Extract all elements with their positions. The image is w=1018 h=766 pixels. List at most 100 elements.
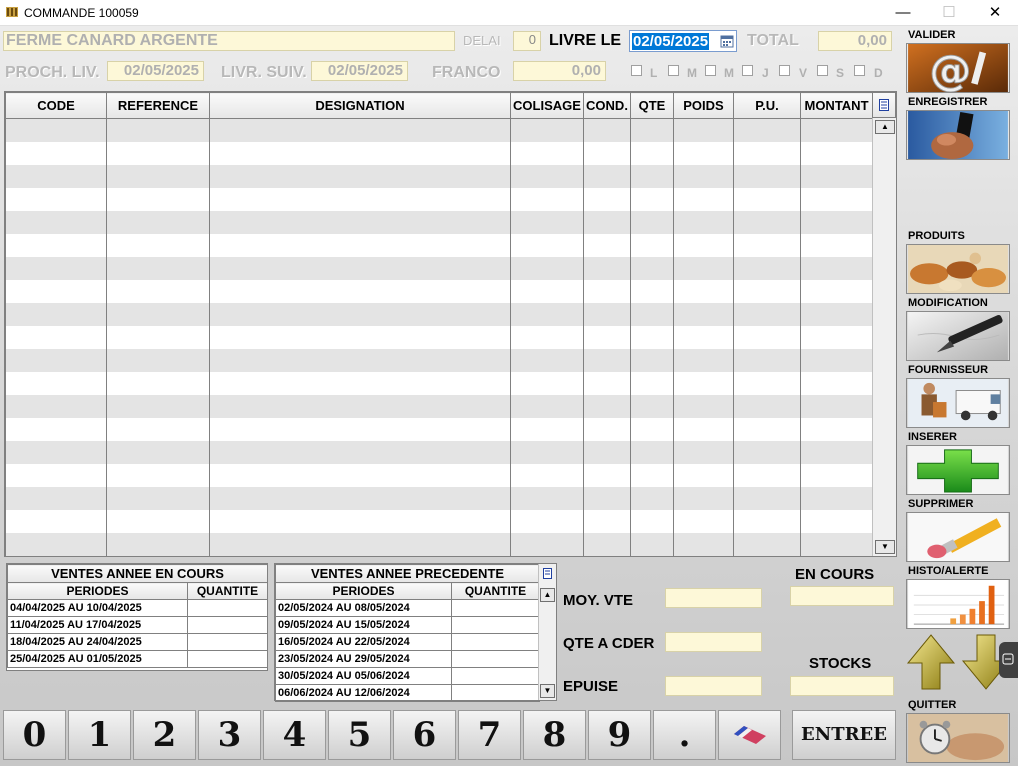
livr-suiv-field[interactable]: 02/05/2025 xyxy=(311,61,408,81)
table-cell[interactable] xyxy=(630,187,674,211)
table-cell[interactable] xyxy=(106,463,210,487)
key-0[interactable]: 0 xyxy=(3,710,66,760)
table-cell[interactable] xyxy=(209,417,511,441)
ventes-precedente-table[interactable]: VENTES ANNEE PRECEDENTE PERIODES QUANTIT… xyxy=(274,563,557,702)
day-checkbox-l[interactable] xyxy=(631,65,642,76)
table-cell[interactable] xyxy=(630,164,674,188)
col-cond[interactable]: COND. xyxy=(583,92,631,119)
table-cell[interactable] xyxy=(673,394,734,418)
table-cell[interactable] xyxy=(209,302,511,326)
table-cell[interactable] xyxy=(673,279,734,303)
table-cell[interactable] xyxy=(583,509,631,533)
table-cell[interactable] xyxy=(510,348,584,372)
key-3[interactable]: 3 xyxy=(198,710,261,760)
table-cell[interactable] xyxy=(733,417,801,441)
table-cell[interactable] xyxy=(630,348,674,372)
table-cell[interactable] xyxy=(209,509,511,533)
table-cell[interactable] xyxy=(106,256,210,280)
table-cell[interactable] xyxy=(5,187,107,211)
table-cell[interactable] xyxy=(733,164,801,188)
table-cell[interactable] xyxy=(5,371,107,395)
move-up-button[interactable] xyxy=(906,631,956,693)
table-cell[interactable] xyxy=(510,371,584,395)
table-cell[interactable] xyxy=(733,210,801,234)
table-cell[interactable] xyxy=(630,463,674,487)
table-cell[interactable] xyxy=(209,440,511,464)
table-cell[interactable] xyxy=(510,256,584,280)
table-cell[interactable] xyxy=(106,187,210,211)
table-cell[interactable] xyxy=(5,118,107,142)
table-cell[interactable] xyxy=(733,463,801,487)
table-cell[interactable] xyxy=(673,187,734,211)
table-cell[interactable] xyxy=(800,187,873,211)
col-pu[interactable]: P.U. xyxy=(733,92,801,119)
table-cell[interactable] xyxy=(800,532,873,556)
fournisseur-button[interactable]: FOURNISSEUR xyxy=(906,364,1010,428)
table-cell[interactable] xyxy=(209,486,511,510)
table-cell[interactable] xyxy=(733,187,801,211)
table-cell[interactable] xyxy=(800,463,873,487)
table-cell[interactable] xyxy=(5,348,107,372)
key-9[interactable]: 9 xyxy=(588,710,651,760)
day-checkbox-j[interactable] xyxy=(742,65,753,76)
close-button[interactable]: ✕ xyxy=(972,0,1018,26)
table-cell[interactable] xyxy=(510,210,584,234)
table-cell[interactable] xyxy=(630,256,674,280)
table-cell[interactable] xyxy=(673,256,734,280)
table-cell[interactable] xyxy=(106,279,210,303)
table-cell[interactable] xyxy=(630,394,674,418)
table-cell[interactable] xyxy=(733,233,801,257)
table-cell[interactable] xyxy=(800,371,873,395)
table-cell[interactable] xyxy=(673,325,734,349)
table-row[interactable] xyxy=(5,486,873,510)
table-cell[interactable] xyxy=(510,532,584,556)
key-7[interactable]: 7 xyxy=(458,710,521,760)
table-cell[interactable] xyxy=(510,233,584,257)
table-cell[interactable] xyxy=(106,532,210,556)
table-cell[interactable] xyxy=(733,348,801,372)
table-cell[interactable] xyxy=(583,348,631,372)
calendar-icon[interactable] xyxy=(720,34,734,48)
modification-button[interactable]: MODIFICATION xyxy=(906,297,1010,361)
table-cell[interactable] xyxy=(630,486,674,510)
col-montant[interactable]: MONTANT xyxy=(800,92,873,119)
table-cell[interactable] xyxy=(673,532,734,556)
table-cell[interactable] xyxy=(800,486,873,510)
table-cell[interactable] xyxy=(630,233,674,257)
table-cell[interactable] xyxy=(630,440,674,464)
table-cell[interactable] xyxy=(583,371,631,395)
maximize-button[interactable]: ☐ xyxy=(926,0,972,26)
table-cell[interactable] xyxy=(583,141,631,165)
table-cell[interactable] xyxy=(209,210,511,234)
day-checkbox-m1[interactable] xyxy=(668,65,679,76)
table-row[interactable] xyxy=(5,371,873,395)
table-cell[interactable] xyxy=(106,210,210,234)
table-cell[interactable] xyxy=(583,256,631,280)
ventes-en-cours-table[interactable]: VENTES ANNEE EN COURS PERIODES QUANTITE … xyxy=(6,563,269,671)
table-row[interactable] xyxy=(5,463,873,487)
table-cell[interactable] xyxy=(630,509,674,533)
table-cell[interactable] xyxy=(510,118,584,142)
table-cell[interactable] xyxy=(800,440,873,464)
table-cell[interactable] xyxy=(510,486,584,510)
table-cell[interactable] xyxy=(673,486,734,510)
table-cell[interactable] xyxy=(630,118,674,142)
quitter-button[interactable]: QUITTER xyxy=(906,699,1010,763)
table-cell[interactable] xyxy=(510,164,584,188)
day-checkbox-d[interactable] xyxy=(854,65,865,76)
clear-key[interactable] xyxy=(718,710,781,760)
table-cell[interactable] xyxy=(630,279,674,303)
table-scrollbar[interactable]: ▲ ▼ xyxy=(872,118,896,556)
table-cell[interactable] xyxy=(209,325,511,349)
table-row[interactable] xyxy=(5,233,873,257)
qte-a-cder-field[interactable] xyxy=(665,632,762,652)
table-cell[interactable] xyxy=(630,532,674,556)
table-cell[interactable] xyxy=(673,233,734,257)
table-cell[interactable] xyxy=(106,348,210,372)
table-cell[interactable] xyxy=(630,325,674,349)
table-cell[interactable] xyxy=(510,141,584,165)
col-designation[interactable]: DESIGNATION xyxy=(209,92,511,119)
ventes-precedente-scrollbar[interactable]: ▲ ▼ xyxy=(538,564,556,700)
table-cell[interactable] xyxy=(583,417,631,441)
franco-field[interactable]: 0,00 xyxy=(513,61,606,81)
